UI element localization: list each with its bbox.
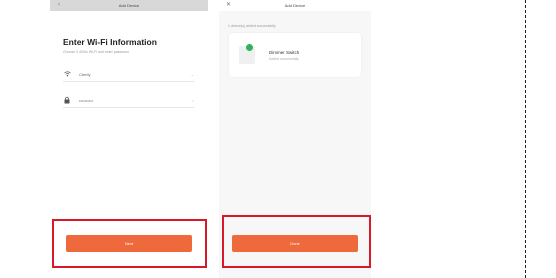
chevron-down-icon[interactable]: ⌄ [191,69,194,81]
screen2-title: Add Device [284,3,306,8]
device-card[interactable]: Dimmer Switch Added successfully [229,33,361,77]
wifi-name-field[interactable]: Cterity ⌄ [63,69,194,82]
close-icon[interactable]: ✕ [226,0,231,11]
password-value: •••••••••• [79,98,94,103]
wifi-icon [64,69,71,81]
next-button-highlight [52,219,207,268]
back-icon[interactable]: ‹ [58,0,60,11]
done-button-highlight [222,215,371,268]
screen1-header: ‹ Add Device [50,0,208,11]
device-name: Dimmer Switch [269,50,300,55]
lock-icon [64,95,70,107]
result-label: 1 device(s) added successfully [228,24,276,28]
eye-icon[interactable]: ○ [192,95,194,107]
device-status: Added successfully [269,57,299,61]
screen1-title: Add Device [118,3,140,8]
screen2-header: ✕ Add Device [219,0,371,11]
page-title: Enter Wi-Fi Information [63,37,157,47]
password-field[interactable]: •••••••••• ○ [63,95,194,108]
dashed-divider [525,0,526,278]
page-subtitle: Choose 2.4GHz Wi-Fi and enter password [63,50,129,54]
success-status-icon [246,44,253,51]
wifi-name-value: Cterity [79,72,91,77]
